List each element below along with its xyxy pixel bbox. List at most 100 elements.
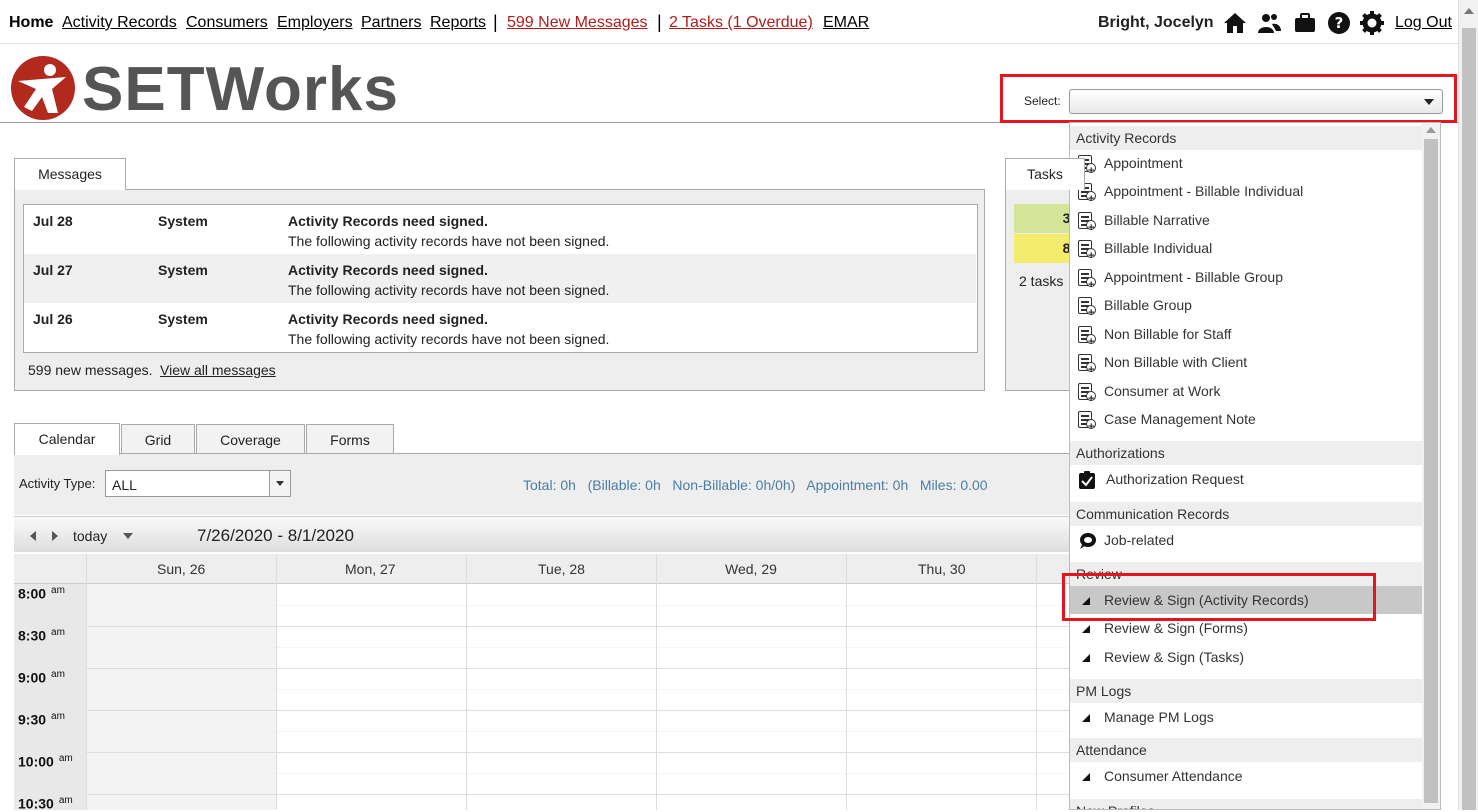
highlight-box-select: [1000, 74, 1457, 123]
document-plus-icon: [1078, 269, 1096, 299]
grid-line: [86, 689, 1070, 690]
page-scrollbar[interactable]: [1458, 0, 1478, 810]
nav-new-messages[interactable]: 599 New Messages: [507, 14, 648, 32]
briefcase-icon[interactable]: [1293, 11, 1317, 35]
tab-tasks[interactable]: Tasks: [1005, 158, 1085, 190]
grid-line: [1036, 554, 1037, 810]
nav-separator: |: [657, 12, 662, 32]
message-source: System: [158, 262, 208, 278]
grid-line: [86, 605, 1070, 606]
day-header[interactable]: Sun, 26: [157, 561, 205, 577]
group-pm-logs: PM Logs: [1070, 679, 1422, 703]
option-consumer-attendance[interactable]: Consumer Attendance: [1070, 762, 1422, 790]
grid-line: [86, 752, 1070, 753]
option-billable-group[interactable]: Billable Group: [1070, 291, 1422, 327]
nav-emar[interactable]: EMAR: [823, 14, 869, 32]
nav-reports[interactable]: Reports: [430, 14, 486, 32]
nav-activity-records[interactable]: Activity Records: [62, 14, 177, 32]
time-label: 10:00 am: [18, 753, 73, 770]
today-button[interactable]: today: [73, 528, 107, 544]
nav-employers[interactable]: Employers: [277, 14, 353, 32]
message-subject: Activity Records need signed.: [288, 311, 488, 327]
activity-type-dropdown-button[interactable]: [269, 471, 290, 496]
nav-partners[interactable]: Partners: [361, 14, 421, 32]
time-column: 8:00 am 8:30 am 9:00 am 9:30 am 10:00 am 10:3…: [14, 584, 86, 812]
group-activity-records: Activity Records: [1070, 126, 1422, 150]
hours-summary: Total: 0h (Billable: 0h Non-Billable: 0h…: [523, 477, 988, 493]
tab-messages[interactable]: Messages: [14, 158, 126, 190]
time-label: 9:00 am: [18, 669, 65, 686]
tab-forms[interactable]: Forms: [306, 424, 394, 454]
help-icon[interactable]: ?: [1327, 11, 1351, 35]
scroll-up-icon[interactable]: [1464, 8, 1474, 14]
option-authorization-request[interactable]: Authorization Request: [1070, 465, 1422, 493]
tab-grid[interactable]: Grid: [121, 424, 195, 454]
option-appointment-billable-individual[interactable]: Appointment - Billable Individual: [1070, 177, 1422, 213]
group-authorizations: Authorizations: [1070, 441, 1422, 465]
day-header[interactable]: Tue, 28: [538, 561, 585, 577]
scroll-thumb[interactable]: [1462, 28, 1476, 810]
option-billable-individual[interactable]: Billable Individual: [1070, 234, 1422, 270]
option-consumer-at-work[interactable]: Consumer at Work: [1070, 377, 1422, 413]
date-range: 7/26/2020 - 8/1/2020: [197, 526, 354, 545]
option-job-related[interactable]: Job-related: [1070, 526, 1422, 554]
tab-coverage[interactable]: Coverage: [196, 424, 305, 454]
grid-line: [656, 554, 657, 810]
scroll-thumb[interactable]: [1424, 139, 1438, 803]
grid-line: [86, 773, 1070, 774]
view-all-messages-link[interactable]: View all messages: [160, 362, 276, 378]
calendar-nav-bar: today 7/26/2020 - 8/1/2020: [14, 516, 1070, 552]
top-navigation: Home Activity Records Consumers Employer…: [0, 0, 1458, 44]
time-label: 9:30 am: [18, 711, 65, 728]
grid-line: [86, 647, 1070, 648]
group-new-profiles: New Profiles: [1070, 799, 1422, 809]
logout-link[interactable]: Log Out: [1395, 14, 1452, 32]
tab-calendar[interactable]: Calendar: [14, 423, 120, 455]
user-name: Bright, Jocelyn: [1098, 14, 1214, 31]
document-plus-icon: [1078, 212, 1096, 242]
time-label: 8:30 am: [18, 627, 65, 644]
logo-text: SETWorks: [82, 55, 399, 124]
option-case-management-note[interactable]: Case Management Note: [1070, 405, 1422, 441]
day-header[interactable]: Wed, 29: [725, 561, 777, 577]
options-scrollbar[interactable]: [1422, 123, 1440, 809]
nav-home[interactable]: Home: [9, 14, 53, 32]
activity-type-select[interactable]: ALL: [105, 470, 291, 497]
option-manage-pm-logs[interactable]: Manage PM Logs: [1070, 703, 1422, 731]
message-body: The following activity records have not …: [288, 282, 610, 298]
view-chevron-down-icon[interactable]: [123, 533, 133, 539]
message-date: Jul 28: [33, 213, 73, 229]
scroll-up-icon[interactable]: [1426, 127, 1436, 133]
document-plus-icon: [1078, 383, 1096, 413]
svg-text:?: ?: [1335, 14, 1344, 32]
option-non-billable-for-staff[interactable]: Non Billable for Staff: [1070, 320, 1422, 356]
day-header[interactable]: Thu, 30: [918, 561, 965, 577]
select-options-list: Activity Records Appointment Appointment…: [1069, 122, 1441, 810]
day-header[interactable]: Mon, 27: [345, 561, 396, 577]
chevron-down-icon: [276, 481, 284, 486]
grid-line: [846, 554, 847, 810]
time-label: 10:30 am: [18, 795, 73, 812]
calendar-day-header: Sun, 26 Mon, 27 Tue, 28 Wed, 29 Thu, 30: [14, 554, 1070, 584]
next-week-icon[interactable]: [52, 531, 58, 541]
home-icon[interactable]: [1223, 11, 1247, 35]
nav-separator: |: [493, 12, 498, 32]
nav-consumers[interactable]: Consumers: [186, 14, 268, 32]
message-row[interactable]: Jul 26 System Activity Records need sign…: [24, 303, 976, 352]
sunday-column[interactable]: [86, 584, 276, 810]
message-body: The following activity records have not …: [288, 331, 610, 347]
message-row[interactable]: Jul 28 System Activity Records need sign…: [24, 205, 976, 254]
option-billable-narrative[interactable]: Billable Narrative: [1070, 206, 1422, 242]
option-appointment[interactable]: Appointment: [1070, 149, 1422, 185]
option-non-billable-with-client[interactable]: Non Billable with Client: [1070, 348, 1422, 384]
option-appointment-billable-group[interactable]: Appointment - Billable Group: [1070, 263, 1422, 299]
users-icon[interactable]: [1257, 11, 1281, 35]
grid-line: [86, 554, 87, 810]
nav-tasks[interactable]: 2 Tasks (1 Overdue): [669, 14, 813, 32]
option-review-sign-tasks[interactable]: Review & Sign (Tasks): [1070, 643, 1422, 671]
prev-week-icon[interactable]: [30, 531, 36, 541]
document-plus-icon: [1078, 297, 1096, 327]
message-row[interactable]: Jul 27 System Activity Records need sign…: [24, 254, 976, 303]
gear-icon[interactable]: [1360, 11, 1384, 35]
message-subject: Activity Records need signed.: [288, 213, 488, 229]
